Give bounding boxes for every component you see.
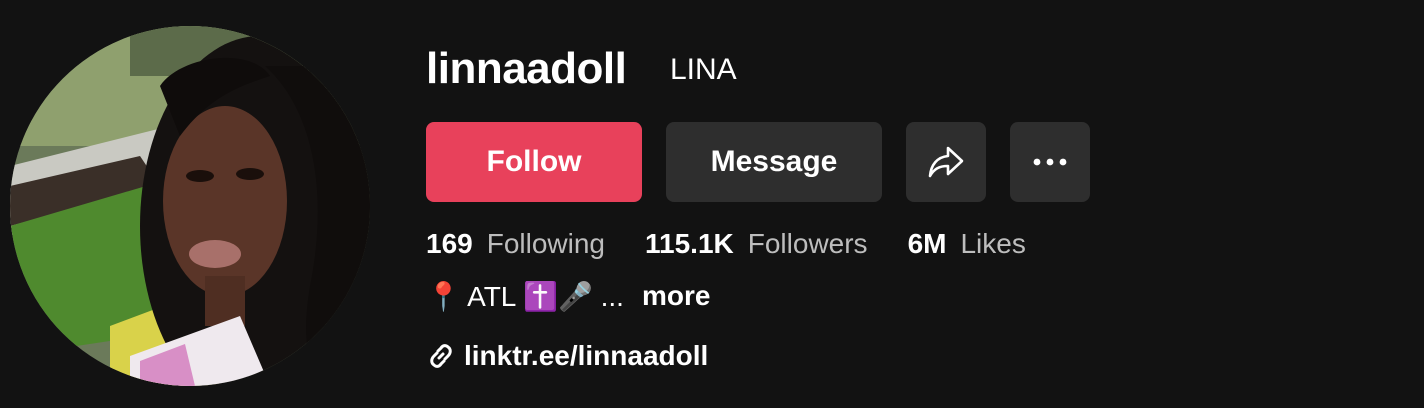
more-options-button[interactable] <box>1010 122 1090 202</box>
share-arrow-icon <box>928 146 964 178</box>
bio-link[interactable]: linktr.ee/linnaadoll <box>426 338 708 374</box>
followers-label: Followers <box>747 228 868 259</box>
bio-text: 📍 ATL ✝️🎤 ... <box>426 280 624 312</box>
username: linnaadoll <box>426 44 627 93</box>
stat-following[interactable]: 169 Following <box>426 228 605 260</box>
following-count: 169 <box>426 228 473 259</box>
avatar-image <box>10 26 370 386</box>
following-label: Following <box>486 228 605 259</box>
avatar[interactable] <box>10 26 370 386</box>
bio-link-text: linktr.ee/linnaadoll <box>464 340 709 371</box>
followers-count: 115.1K <box>645 228 734 259</box>
profile-stats: 169 Following 115.1K Followers 6M Likes <box>426 226 1066 262</box>
bio-more-link[interactable]: more <box>642 280 710 312</box>
share-button[interactable] <box>906 122 986 202</box>
message-button[interactable]: Message <box>666 122 882 202</box>
link-icon <box>426 341 456 371</box>
profile-header: linnaadoll LINA Follow Message 169 Follo… <box>0 0 1424 408</box>
likes-count: 6M <box>907 228 947 259</box>
bio: 📍 ATL ✝️🎤 ... more <box>426 278 710 314</box>
more-dots-icon <box>1033 158 1067 166</box>
nickname: LINA <box>670 53 737 86</box>
likes-label: Likes <box>960 228 1026 259</box>
follow-button[interactable]: Follow <box>426 122 642 202</box>
stat-followers[interactable]: 115.1K Followers <box>645 228 868 260</box>
stat-likes: 6M Likes <box>908 228 1026 260</box>
